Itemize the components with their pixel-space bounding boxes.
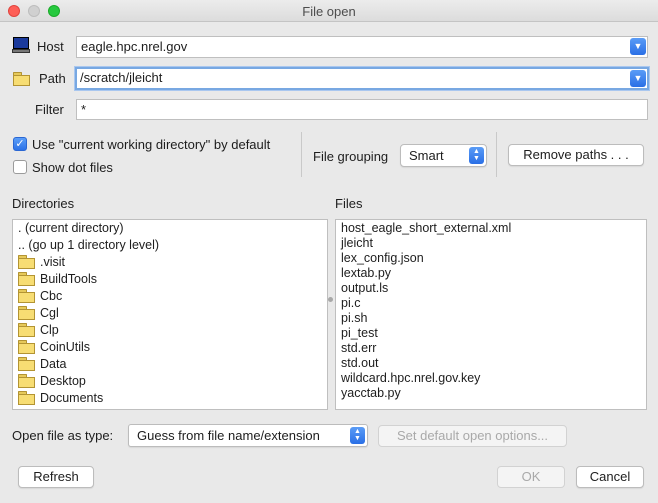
show-dot-files-label: Show dot files xyxy=(32,160,113,175)
ok-button[interactable]: OK xyxy=(497,466,565,488)
directory-item-label: Cbc xyxy=(40,289,63,303)
updown-chevron-icon: ▲ ▼ xyxy=(469,147,484,164)
title-bar: File open xyxy=(0,0,658,22)
directory-item[interactable]: Documents xyxy=(13,390,327,407)
options-divider xyxy=(301,132,302,177)
use-cwd-checkbox[interactable]: ✓ xyxy=(13,137,27,151)
directory-item[interactable]: . (current directory) xyxy=(13,220,327,237)
path-label: Path xyxy=(39,71,66,86)
file-item[interactable]: lex_config.json xyxy=(336,251,646,266)
use-cwd-label: Use "current working directory" by defau… xyxy=(32,137,271,152)
directory-item-label: Documents xyxy=(40,391,104,405)
set-default-options-button[interactable]: Set default open options... xyxy=(378,425,567,447)
directory-item-label: Desktop xyxy=(40,374,86,388)
folder-icon xyxy=(18,255,35,269)
filter-label: Filter xyxy=(35,102,64,117)
files-label: Files xyxy=(335,196,363,211)
file-grouping-select[interactable]: Smart ▲ ▼ xyxy=(400,144,487,167)
folder-icon xyxy=(18,357,35,371)
directories-label: Directories xyxy=(12,196,75,211)
refresh-button[interactable]: Refresh xyxy=(18,466,94,488)
filter-input[interactable]: * xyxy=(76,99,648,120)
path-value: /scratch/jleicht xyxy=(80,70,163,85)
file-item[interactable]: output.ls xyxy=(336,281,646,296)
window-title: File open xyxy=(302,4,356,19)
file-item[interactable]: std.out xyxy=(336,356,646,371)
file-item[interactable]: jleicht xyxy=(336,236,646,251)
directory-item-label: . (current directory) xyxy=(18,221,124,235)
directory-item[interactable]: Desktop xyxy=(13,373,327,390)
folder-icon xyxy=(18,306,35,320)
file-item[interactable]: std.err xyxy=(336,341,646,356)
directory-item-label: Data xyxy=(40,357,67,371)
folder-icon xyxy=(18,272,35,286)
file-item[interactable]: pi.c xyxy=(336,296,646,311)
directory-item-label: CoinUtils xyxy=(40,340,91,354)
file-grouping-label: File grouping xyxy=(313,149,389,164)
computer-icon xyxy=(12,37,30,53)
directory-item[interactable]: .visit xyxy=(13,254,327,271)
file-item[interactable]: pi_test xyxy=(336,326,646,341)
updown-chevron-icon: ▲ ▼ xyxy=(350,427,365,444)
directories-list[interactable]: . (current directory) .. (go up 1 directo… xyxy=(12,219,328,410)
folder-icon xyxy=(18,323,35,337)
directory-item-label: .. (go up 1 directory level) xyxy=(18,238,160,252)
cancel-button[interactable]: Cancel xyxy=(576,466,644,488)
host-label: Host xyxy=(37,39,64,54)
host-combobox[interactable]: eagle.hpc.nrel.gov xyxy=(76,36,648,58)
folder-icon xyxy=(18,289,35,303)
host-dropdown-chevron-icon[interactable]: ▼ xyxy=(630,38,646,55)
directory-item[interactable]: .. (go up 1 directory level) xyxy=(13,237,327,254)
file-item[interactable]: pi.sh xyxy=(336,311,646,326)
path-combobox[interactable]: /scratch/jleicht xyxy=(75,67,649,90)
file-grouping-value: Smart xyxy=(409,148,444,163)
splitter-handle[interactable] xyxy=(328,297,333,302)
folder-icon xyxy=(18,391,35,405)
file-item[interactable]: yacctab.py xyxy=(336,386,646,401)
file-item[interactable]: wildcard.hpc.nrel.gov.key xyxy=(336,371,646,386)
directory-item-label: Clp xyxy=(40,323,59,337)
filter-value: * xyxy=(81,102,87,117)
directory-item-label: Cgl xyxy=(40,306,59,320)
files-list[interactable]: host_eagle_short_external.xml jleicht lex_… xyxy=(335,219,647,410)
directory-item-label: BuildTools xyxy=(40,272,97,286)
directory-item[interactable]: BuildTools xyxy=(13,271,327,288)
show-dot-files-checkbox[interactable] xyxy=(13,160,27,174)
open-as-value: Guess from file name/extension xyxy=(137,428,320,443)
file-item[interactable]: host_eagle_short_external.xml xyxy=(336,221,646,236)
folder-icon xyxy=(18,374,35,388)
directory-item[interactable]: Cbc xyxy=(13,288,327,305)
file-item[interactable]: lextab.py xyxy=(336,266,646,281)
directory-item[interactable]: Data xyxy=(13,356,327,373)
open-as-label: Open file as type: xyxy=(12,428,114,443)
directory-item[interactable]: Clp xyxy=(13,322,327,339)
directory-item-label: .visit xyxy=(40,255,65,269)
path-dropdown-chevron-icon[interactable]: ▼ xyxy=(630,70,646,87)
directory-item[interactable]: Cgl xyxy=(13,305,327,322)
options-divider-2 xyxy=(496,132,497,177)
folder-icon xyxy=(18,340,35,354)
host-value: eagle.hpc.nrel.gov xyxy=(81,39,188,54)
remove-paths-button[interactable]: Remove paths . . . xyxy=(508,144,644,166)
folder-icon xyxy=(13,72,30,86)
directory-item[interactable]: CoinUtils xyxy=(13,339,327,356)
open-as-select[interactable]: Guess from file name/extension ▲ ▼ xyxy=(128,424,368,447)
